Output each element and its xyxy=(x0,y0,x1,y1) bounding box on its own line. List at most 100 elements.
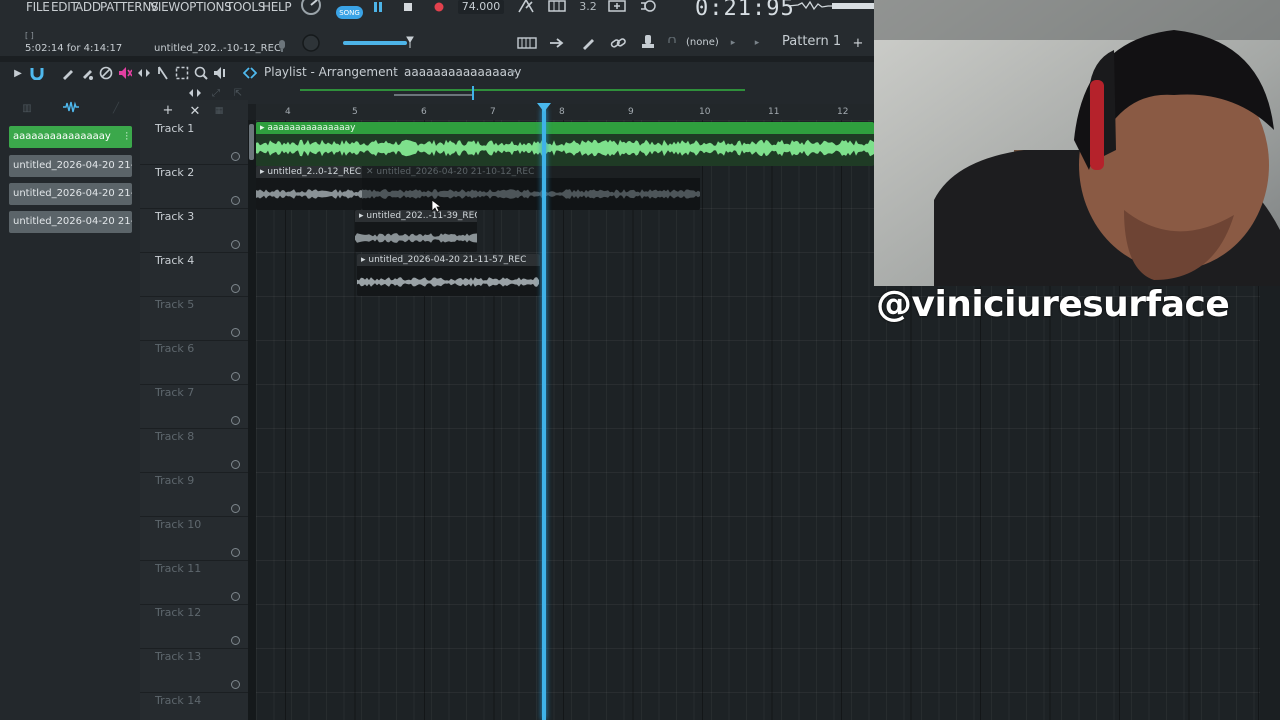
track-name[interactable]: Track 13 xyxy=(155,650,201,663)
pencil-icon[interactable] xyxy=(577,35,599,51)
arrangement-name[interactable]: aaaaaaaaaaaaaaay xyxy=(404,65,521,79)
track-mute-button[interactable] xyxy=(231,592,240,601)
chevron-right-icon[interactable]: ▸ xyxy=(728,37,738,49)
playback-tool-icon[interactable] xyxy=(212,65,228,81)
draw-tool-icon[interactable] xyxy=(60,65,76,81)
add-track-icon[interactable]: + xyxy=(162,103,174,118)
slip-tool-icon[interactable] xyxy=(136,65,152,81)
track-mute-button[interactable] xyxy=(231,504,240,513)
clip-title: ✕ untitled_2026-04-20 21-10-12_REC xyxy=(362,166,700,178)
track-mute-button[interactable] xyxy=(231,328,240,337)
record-icon[interactable] xyxy=(431,0,447,14)
audio-clip[interactable]: ▸ untitled_202..-11-39_REC xyxy=(355,210,477,252)
track-mute-button[interactable] xyxy=(231,636,240,645)
automation-picker-icon[interactable]: ╱ xyxy=(108,101,124,115)
picker-item-active[interactable]: aaaaaaaaaaaaaaay ⫶ xyxy=(9,126,132,148)
paint-tool-icon[interactable] xyxy=(79,65,95,81)
zoom-tool-icon[interactable] xyxy=(193,65,209,81)
volume-handle-icon[interactable] xyxy=(404,35,416,49)
snap-move-icon[interactable] xyxy=(187,86,203,100)
clip-label: untitled_2026-04-20 21-10-12_REC xyxy=(376,167,535,177)
song-time-display[interactable]: 0:21:95 xyxy=(695,0,795,21)
track-name[interactable]: Track 4 xyxy=(155,254,194,267)
track-name[interactable]: Track 10 xyxy=(155,518,201,531)
track-mute-button[interactable] xyxy=(231,284,240,293)
pattern-selector[interactable]: Pattern 1 xyxy=(782,34,846,52)
pattern-picker-icon[interactable]: ▥ xyxy=(19,101,35,115)
menu-add[interactable]: ADD xyxy=(75,0,101,14)
audio-clip[interactable]: ▸ untitled_2..0-12_REC xyxy=(256,166,362,210)
add-pattern-button[interactable]: + xyxy=(851,35,865,51)
vertical-scrollbar[interactable] xyxy=(248,120,256,720)
link-icon[interactable] xyxy=(607,35,629,51)
track-mute-button[interactable] xyxy=(231,152,240,161)
delete-track-icon[interactable]: ✕ xyxy=(189,104,201,119)
menu-help[interactable]: HELP xyxy=(262,0,292,14)
picker-item[interactable]: untitled_2026-04-20 21-.. xyxy=(9,183,132,205)
picker-item[interactable]: untitled_2026-04-20 21-.. xyxy=(9,155,132,177)
pause-icon[interactable] xyxy=(370,0,386,14)
track-mute-button[interactable] xyxy=(231,680,240,689)
track-name[interactable]: Track 11 xyxy=(155,562,201,575)
track-mute-button[interactable] xyxy=(231,240,240,249)
stamp-icon[interactable] xyxy=(638,33,658,53)
grid-icon[interactable]: ▦ xyxy=(213,104,225,118)
track-mute-button[interactable] xyxy=(231,548,240,557)
channel-selector[interactable]: (none) xyxy=(686,37,719,48)
track-mute-button[interactable] xyxy=(231,196,240,205)
wait-input-icon[interactable] xyxy=(546,0,568,14)
track-mute-button[interactable] xyxy=(231,460,240,469)
master-knob-icon[interactable] xyxy=(298,0,324,16)
track-mute-button[interactable] xyxy=(231,416,240,425)
playlist-options-arrow-icon[interactable]: ▶ xyxy=(12,66,24,80)
track-name[interactable]: Track 7 xyxy=(155,386,194,399)
arrangement-arrow-icon[interactable]: ▸ xyxy=(511,66,516,77)
track-separator xyxy=(140,296,248,297)
track-mute-button[interactable] xyxy=(231,372,240,381)
menu-view[interactable]: VIEW xyxy=(150,0,180,14)
loop-record-icon[interactable] xyxy=(637,0,659,14)
metronome-icon[interactable] xyxy=(515,0,537,14)
track-name[interactable]: Track 1 xyxy=(155,122,194,135)
typing-keyboard-icon[interactable] xyxy=(515,35,539,51)
picker-item[interactable]: untitled_2026-04-20 21-.. xyxy=(9,211,132,233)
track-name[interactable]: Track 8 xyxy=(155,430,194,443)
overview-scroll-handle[interactable] xyxy=(394,94,474,96)
stop-icon[interactable] xyxy=(400,0,416,14)
track-name[interactable]: Track 9 xyxy=(155,474,194,487)
master-volume-slider[interactable] xyxy=(343,41,407,45)
menu-tools[interactable]: TOOLS xyxy=(226,0,265,14)
audio-clip-ghost[interactable]: ✕ untitled_2026-04-20 21-10-12_REC xyxy=(362,166,700,210)
tempo-display[interactable]: 74.000 xyxy=(458,0,504,14)
scrollbar-thumb[interactable] xyxy=(249,124,254,160)
menu-options[interactable]: OPTIONS xyxy=(180,0,232,14)
playhead[interactable] xyxy=(542,108,546,720)
track-name[interactable]: Track 6 xyxy=(155,342,194,355)
track-name[interactable]: Track 5 xyxy=(155,298,194,311)
overview-track[interactable] xyxy=(300,89,745,91)
resize-icon[interactable]: ⤢ xyxy=(209,86,223,100)
track-name[interactable]: Track 3 xyxy=(155,210,194,223)
playlist-arrow-icon[interactable] xyxy=(242,65,258,81)
menu-edit[interactable]: EDIT xyxy=(51,0,78,14)
track-name[interactable]: Track 12 xyxy=(155,606,201,619)
playhead-marker-icon[interactable] xyxy=(537,103,551,112)
audio-clip[interactable]: ▸ untitled_2026-04-20 21-11-57_REC xyxy=(357,254,540,296)
menu-file[interactable]: FILE xyxy=(26,0,50,14)
detach-icon[interactable]: ⇱ xyxy=(231,86,245,100)
timeline-ruler[interactable] xyxy=(256,104,874,120)
master-pitch-knob-icon[interactable] xyxy=(300,32,322,54)
delete-tool-icon[interactable] xyxy=(98,65,114,81)
song-mode-button[interactable]: SONG xyxy=(336,6,363,19)
select-tool-icon[interactable] xyxy=(174,65,190,81)
snap-arrow-icon[interactable] xyxy=(546,35,568,51)
slice-tool-icon[interactable] xyxy=(155,65,171,81)
mute-tool-icon[interactable] xyxy=(117,65,133,81)
magnet-snap-icon[interactable] xyxy=(29,65,45,81)
countdown-icon[interactable] xyxy=(606,0,628,14)
audio-picker-icon[interactable] xyxy=(61,99,81,115)
pattern-prev-icon[interactable]: ▸ xyxy=(752,37,762,49)
track-name[interactable]: Track 2 xyxy=(155,166,194,179)
track-name[interactable]: Track 14 xyxy=(155,694,201,707)
audio-clip[interactable]: ▸ aaaaaaaaaaaaaaay xyxy=(256,122,874,166)
